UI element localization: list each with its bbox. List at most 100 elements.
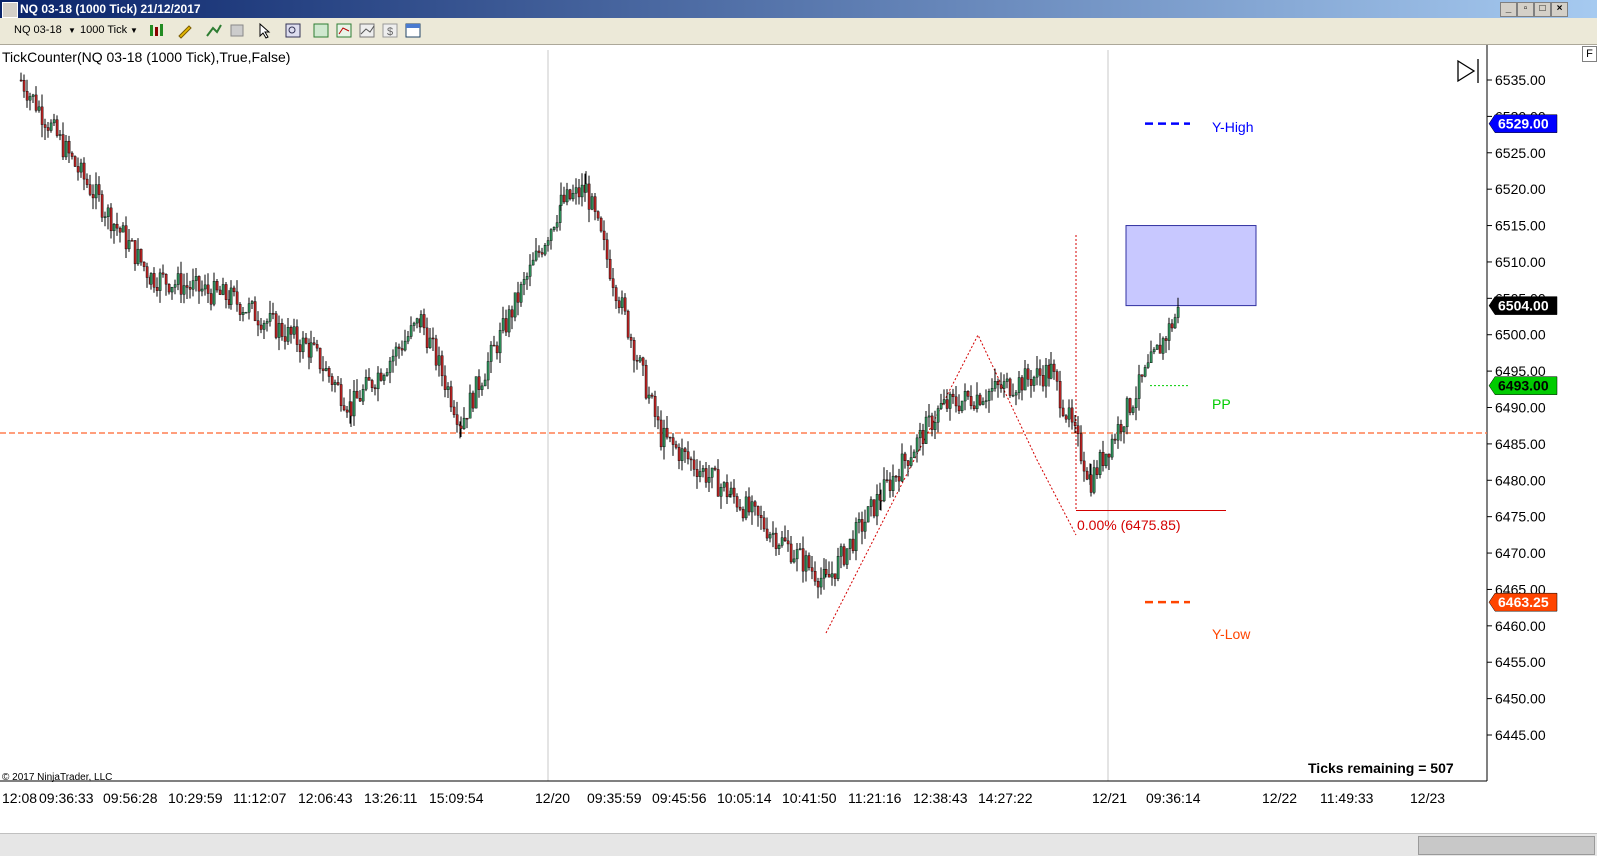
candle-body [957, 405, 961, 412]
candle-body [656, 416, 660, 421]
zigzag-line [825, 333, 1077, 634]
candle-body [443, 375, 447, 390]
candle-body [1116, 424, 1120, 441]
candle-body [882, 479, 886, 502]
time-axis-label: 11:21:16 [848, 790, 902, 806]
candle-body [662, 427, 666, 448]
price-chart[interactable]: 6535.006530.006525.006520.006515.006510.… [0, 45, 1597, 855]
candle-body [605, 239, 609, 260]
candle-body [106, 207, 110, 218]
candle-body [525, 276, 529, 280]
candle-body [774, 532, 778, 549]
window-linking-icon[interactable] [404, 22, 422, 39]
candle-body [1131, 407, 1135, 413]
candle-body [301, 337, 305, 353]
price-axis-label: 6470.00 [1495, 545, 1546, 561]
candle-body [1073, 421, 1077, 426]
candle-body [37, 106, 41, 111]
instrument-selector[interactable]: NQ 03-18 [14, 24, 62, 36]
chart-trader-icon[interactable] [312, 22, 330, 39]
candle-body [981, 401, 985, 405]
candle-body [552, 227, 556, 230]
cursor-icon[interactable] [256, 22, 274, 39]
candle-body [891, 475, 895, 491]
candle-body [1064, 415, 1068, 420]
candle-body [40, 106, 44, 125]
candle-body [373, 387, 377, 390]
candle-body [1041, 375, 1045, 387]
candle-body [513, 292, 517, 318]
pp-price-badge: 6493.00 [1488, 376, 1558, 395]
y-low-price-badge-text: 6463.25 [1498, 594, 1549, 610]
candle-body [810, 567, 814, 572]
scrollbar-thumb[interactable] [1418, 836, 1595, 855]
zoom-icon[interactable] [284, 22, 302, 39]
candle-body [888, 479, 892, 491]
candle-body [194, 276, 198, 281]
candle-body [963, 390, 967, 402]
maximize-button[interactable]: □ [1534, 2, 1551, 17]
candle-body [1067, 407, 1071, 420]
candle-body [215, 281, 219, 291]
candle-body [425, 327, 429, 348]
candle-body [364, 377, 368, 390]
bar-type-icon[interactable] [147, 22, 165, 39]
dollar-icon[interactable]: $ [381, 22, 399, 39]
candle-body [750, 501, 754, 513]
candle-body [725, 482, 729, 498]
price-axis-label: 6445.00 [1495, 727, 1546, 743]
time-axis-label: 09:35:59 [587, 790, 642, 806]
close-button[interactable]: × [1551, 2, 1568, 17]
candle-body [510, 309, 514, 318]
horizontal-scrollbar[interactable] [0, 833, 1597, 856]
time-axis-label: 12/22 [1262, 790, 1297, 806]
candle-body [1005, 378, 1009, 382]
candle-body [996, 381, 1000, 386]
interval-selector[interactable]: 1000 Tick [80, 24, 127, 36]
y-low-label: Y-Low [1212, 626, 1251, 642]
candle-body [455, 414, 459, 425]
draw-pencil-icon[interactable] [176, 22, 194, 39]
candle-body [1017, 377, 1021, 393]
candle-body [1035, 368, 1039, 378]
candle-body [333, 382, 337, 385]
candle-body [385, 372, 389, 376]
candle-body [507, 309, 511, 333]
candle-body [1008, 378, 1012, 396]
restore-button[interactable]: ▫ [1517, 2, 1534, 17]
strategy-icon[interactable] [228, 22, 246, 39]
copyright-text: © 2017 NinjaTrader, LLC [2, 772, 112, 783]
chevron-down-icon[interactable]: ▼ [130, 26, 138, 35]
candle-body [70, 152, 74, 157]
candle-body [1170, 323, 1174, 329]
candle-body [431, 337, 435, 340]
candle-body [382, 375, 386, 381]
candle-body [277, 322, 281, 338]
minimize-button[interactable]: _ [1500, 2, 1517, 17]
candle-body [73, 156, 77, 167]
price-axis-label: 6535.00 [1495, 72, 1546, 88]
candle-body [999, 384, 1003, 389]
next-bar-icon[interactable] [1457, 59, 1479, 83]
data-box-icon[interactable] [335, 22, 353, 39]
candle-body [124, 225, 128, 250]
candle-body [31, 94, 35, 97]
indicator-icon[interactable] [205, 22, 223, 39]
candle-body [206, 284, 210, 294]
zone-rectangle[interactable] [1125, 225, 1257, 307]
chevron-down-icon[interactable]: ▼ [68, 26, 76, 35]
candle-body [966, 390, 970, 397]
candle-body [978, 394, 982, 405]
candle-body [271, 313, 275, 315]
candle-body [355, 390, 359, 399]
candle-body [918, 429, 922, 439]
candle-body [936, 408, 940, 423]
candle-body [574, 187, 578, 194]
candle-body [866, 506, 870, 523]
candle-body [97, 184, 101, 195]
candle-body [241, 312, 245, 315]
candle-body [46, 127, 50, 131]
chart-properties-icon[interactable] [358, 22, 376, 39]
candle-body [336, 382, 340, 385]
candle-body [1155, 344, 1159, 350]
